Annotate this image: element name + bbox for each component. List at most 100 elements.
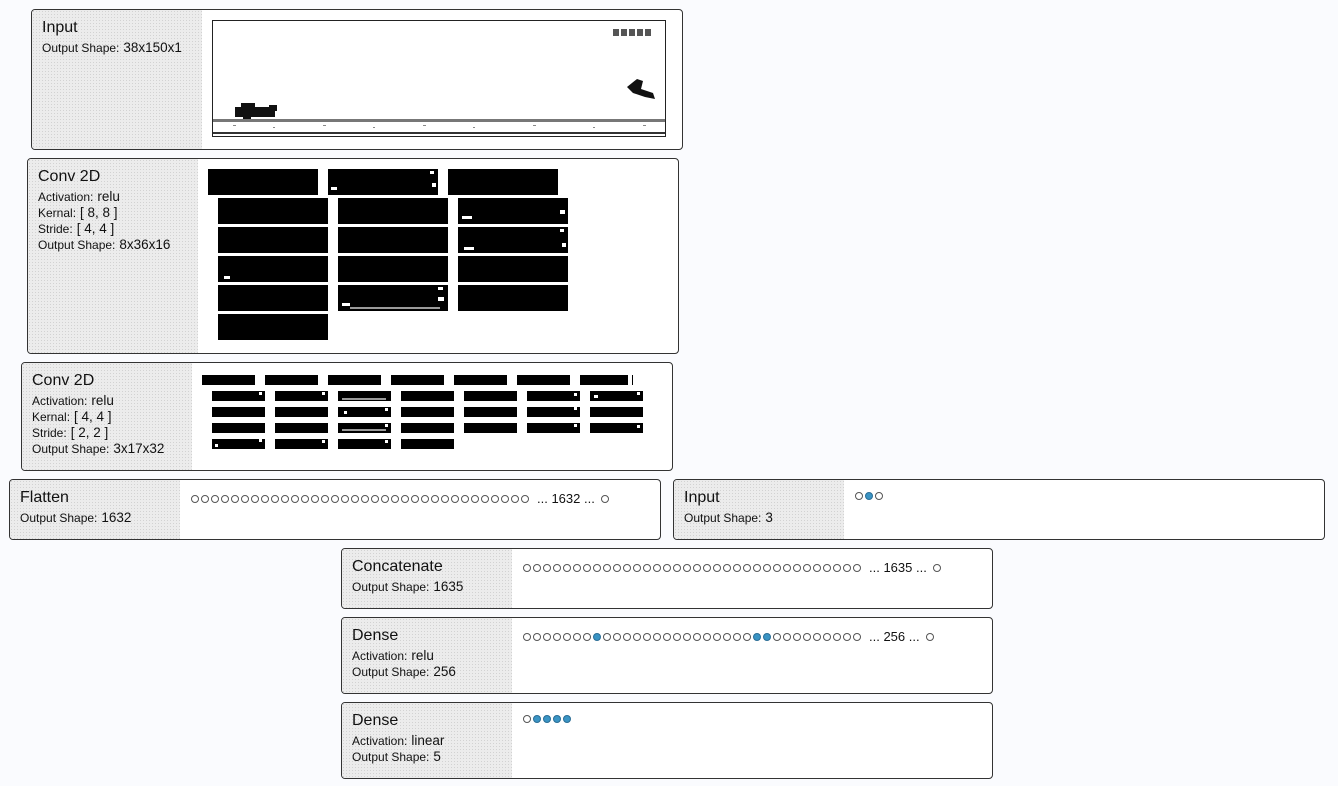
neuron bbox=[523, 715, 531, 723]
prop-label: Output Shape: bbox=[32, 442, 110, 456]
neuron bbox=[523, 633, 531, 641]
activation-line bbox=[350, 307, 440, 309]
prop-value: relu bbox=[411, 648, 434, 663]
layer-prop: Activation: linear bbox=[352, 733, 502, 749]
prop-label: Output Shape: bbox=[42, 41, 120, 55]
feature-map bbox=[275, 407, 328, 417]
feature-map bbox=[218, 314, 328, 340]
layer-prop: Kernal:[ 8, 8 ] bbox=[38, 205, 188, 221]
feature-map bbox=[212, 391, 265, 401]
layer-prop: Output Shape: 5 bbox=[352, 749, 502, 765]
feature-map bbox=[218, 198, 328, 224]
activation-dot bbox=[438, 297, 444, 301]
feature-map bbox=[338, 256, 448, 282]
neuron bbox=[932, 564, 941, 572]
activation-dot bbox=[215, 444, 218, 447]
neuron bbox=[673, 633, 681, 641]
neuron bbox=[743, 633, 751, 641]
prop-label: Stride: bbox=[38, 222, 73, 236]
layer-info: Dense Activation: linear Output Shape: 5 bbox=[342, 703, 512, 778]
neuron bbox=[843, 564, 851, 572]
feature-map bbox=[328, 375, 381, 385]
neuron bbox=[843, 633, 851, 641]
neuron bbox=[623, 633, 631, 641]
neuron-active bbox=[753, 633, 761, 641]
neuron bbox=[291, 495, 299, 503]
prop-value: [ 4, 4 ] bbox=[74, 409, 112, 424]
layer-info: Concatenate Output Shape: 1635 bbox=[342, 549, 512, 608]
node-row: ... 256 ... bbox=[523, 630, 936, 644]
feature-map bbox=[464, 391, 517, 401]
neuron bbox=[763, 564, 771, 572]
feature-map bbox=[448, 169, 558, 195]
feature-map bbox=[458, 256, 568, 282]
neuron bbox=[321, 495, 329, 503]
neuron bbox=[553, 633, 561, 641]
layer-prop: Output Shape: 1632 bbox=[20, 510, 170, 526]
activation-dot bbox=[385, 424, 388, 427]
neuron bbox=[733, 564, 741, 572]
activation-dot bbox=[342, 303, 350, 306]
neuron bbox=[563, 564, 571, 572]
neuron bbox=[391, 495, 399, 503]
prop-value: 1632 bbox=[101, 510, 132, 525]
layer-prop: Activation: relu bbox=[352, 648, 502, 664]
ground-line bbox=[213, 119, 665, 134]
neuron bbox=[543, 564, 551, 572]
layer-prop: Activation: relu bbox=[32, 393, 182, 409]
neuron bbox=[823, 633, 831, 641]
neuron bbox=[823, 564, 831, 572]
feature-map bbox=[218, 227, 328, 253]
activation-dot bbox=[594, 395, 598, 398]
neuron bbox=[663, 564, 671, 572]
neuron bbox=[281, 495, 289, 503]
layer-prop: Output Shape: 3 bbox=[684, 510, 834, 526]
neuron bbox=[783, 633, 791, 641]
activation-dot bbox=[560, 210, 565, 214]
feature-map bbox=[401, 407, 454, 417]
activation-dot bbox=[574, 424, 577, 427]
feature-map bbox=[580, 375, 633, 385]
neuron bbox=[633, 633, 641, 641]
layer-title: Conv 2D bbox=[32, 372, 95, 389]
prop-label: Activation: bbox=[352, 734, 408, 748]
neuron bbox=[573, 564, 581, 572]
neuron bbox=[663, 633, 671, 641]
neuron bbox=[925, 633, 934, 641]
layer-prop: Activation: relu bbox=[38, 189, 188, 205]
feature-map bbox=[212, 439, 265, 449]
neuron bbox=[600, 495, 609, 503]
neuron bbox=[643, 564, 651, 572]
neuron bbox=[533, 564, 541, 572]
neuron bbox=[211, 495, 219, 503]
neuron bbox=[803, 633, 811, 641]
neuron bbox=[813, 564, 821, 572]
neuron-active bbox=[593, 633, 601, 641]
feature-map bbox=[338, 407, 391, 417]
prop-label: Activation: bbox=[352, 649, 408, 663]
pterodactyl-icon bbox=[627, 79, 655, 99]
neuron bbox=[653, 564, 661, 572]
feature-map bbox=[275, 423, 328, 433]
prop-label: Output Shape: bbox=[352, 750, 430, 764]
feature-map bbox=[464, 423, 517, 433]
prop-label: Output Shape: bbox=[684, 511, 762, 525]
neuron bbox=[511, 495, 519, 503]
neuron bbox=[853, 633, 861, 641]
neuron bbox=[613, 564, 621, 572]
neuron bbox=[533, 633, 541, 641]
neuron bbox=[653, 633, 661, 641]
layer-dense-1: Dense Activation: relu Output Shape: 256 .… bbox=[341, 617, 993, 694]
prop-value: 3x17x32 bbox=[113, 441, 165, 456]
activation-dot bbox=[574, 393, 577, 396]
neuron bbox=[271, 495, 279, 503]
score-icon bbox=[613, 29, 651, 36]
neuron bbox=[451, 495, 459, 503]
neuron-active bbox=[553, 715, 561, 723]
layer-prop: Output Shape: 1635 bbox=[352, 579, 502, 595]
feature-map bbox=[401, 423, 454, 433]
prop-value: 38x150x1 bbox=[123, 40, 182, 55]
feature-map bbox=[391, 375, 444, 385]
neuron bbox=[713, 564, 721, 572]
activation-line bbox=[342, 429, 386, 431]
